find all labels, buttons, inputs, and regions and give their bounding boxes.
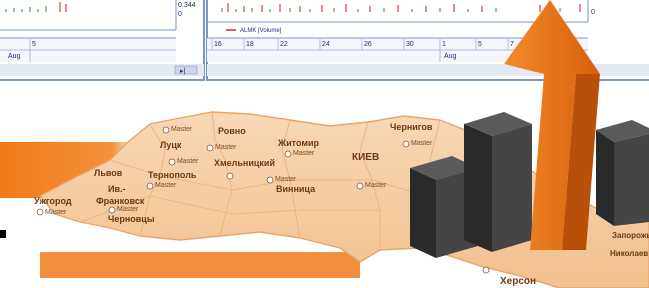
region-label-mykolaiv: Николаев bbox=[610, 249, 648, 258]
bullet-marker bbox=[0, 230, 6, 238]
price-label: 0.344 bbox=[178, 2, 196, 9]
location-pin-icon[interactable] bbox=[266, 176, 274, 184]
hero-illustration: 0.344 0 5 Aug ▸| 0 ALMK [Volume] 16 18 2… bbox=[0, 0, 649, 288]
scroll-thumb-left[interactable] bbox=[174, 65, 198, 75]
pin-label: Master bbox=[411, 140, 433, 147]
chart-window-left: 0.344 0 5 Aug ▸| bbox=[0, 0, 205, 81]
pin-label: Master bbox=[45, 209, 67, 216]
date-tick: 18 bbox=[246, 41, 254, 48]
region-label-lviv: Львов bbox=[94, 168, 123, 178]
date-tick: 1 bbox=[442, 41, 446, 48]
location-pin-icon[interactable] bbox=[356, 182, 364, 190]
region-label-zhytomyr: Житомир bbox=[277, 138, 320, 148]
bar-3d-middle bbox=[464, 112, 532, 252]
pin-label: Master bbox=[177, 158, 199, 165]
location-pin-icon[interactable] bbox=[168, 158, 176, 166]
region-label-ternopil: Тернополь bbox=[148, 170, 197, 180]
horizontal-scrollbar-left[interactable] bbox=[0, 64, 204, 76]
date-tick: 16 bbox=[214, 41, 222, 48]
region-label-rovno: Ровно bbox=[218, 126, 246, 136]
pin-label: Master bbox=[215, 144, 237, 151]
pin-label: Master bbox=[117, 206, 139, 213]
date-tick: 5 bbox=[478, 41, 482, 48]
pin-label: Master bbox=[275, 176, 297, 183]
chart-legend: ALMK [Volume] bbox=[240, 28, 282, 34]
zero-label-right: 0 bbox=[591, 9, 595, 16]
scroll-arrow-icon[interactable]: ▸| bbox=[180, 68, 186, 75]
date-tick: 22 bbox=[280, 41, 288, 48]
region-label-zaporizhzhia: Запорожье bbox=[612, 231, 649, 240]
region-label-vinnytsia: Винница bbox=[276, 184, 316, 194]
region-label-lutsk: Луцк bbox=[160, 140, 182, 150]
date-tick: 7 bbox=[510, 41, 514, 48]
region-label-kyiv: КИЕВ bbox=[352, 152, 379, 163]
region-label-kherson: Херсон bbox=[500, 276, 536, 287]
location-pin-icon[interactable] bbox=[146, 182, 154, 190]
location-pin-icon[interactable] bbox=[108, 206, 116, 214]
region-label-chernivtsi: Черновцы bbox=[108, 214, 155, 224]
pin-label: Master bbox=[293, 150, 315, 157]
month-label-right: Aug bbox=[444, 53, 457, 60]
zero-label-left: 0 bbox=[178, 11, 182, 18]
region-label-uzhhorod: Ужгород bbox=[34, 196, 72, 206]
location-pin-icon[interactable] bbox=[206, 144, 214, 152]
location-pin-icon[interactable] bbox=[402, 140, 410, 148]
region-label-frankivsk: Франковск bbox=[96, 196, 145, 206]
bar-3d-right bbox=[596, 120, 649, 226]
date-tick: 5 bbox=[32, 41, 36, 48]
pin-label: Master bbox=[155, 182, 177, 189]
location-pin-icon[interactable] bbox=[226, 172, 234, 180]
region-label-khmelnytskyi: Хмельницкий bbox=[214, 158, 275, 168]
location-pin-icon[interactable] bbox=[482, 266, 490, 274]
location-pin-icon[interactable] bbox=[36, 208, 44, 216]
location-pin-icon[interactable] bbox=[162, 126, 170, 134]
month-label-left: Aug bbox=[8, 53, 21, 60]
date-tick: 26 bbox=[364, 41, 372, 48]
region-label-chernihiv: Чернигов bbox=[390, 122, 433, 132]
orange-bottom-band bbox=[40, 252, 360, 278]
date-tick: 24 bbox=[322, 41, 330, 48]
pin-label: Master bbox=[171, 126, 193, 133]
pin-label: Master bbox=[365, 182, 387, 189]
date-tick: 30 bbox=[406, 41, 414, 48]
location-pin-icon[interactable] bbox=[284, 150, 292, 158]
region-label-ivano: Ив.- bbox=[108, 184, 126, 194]
